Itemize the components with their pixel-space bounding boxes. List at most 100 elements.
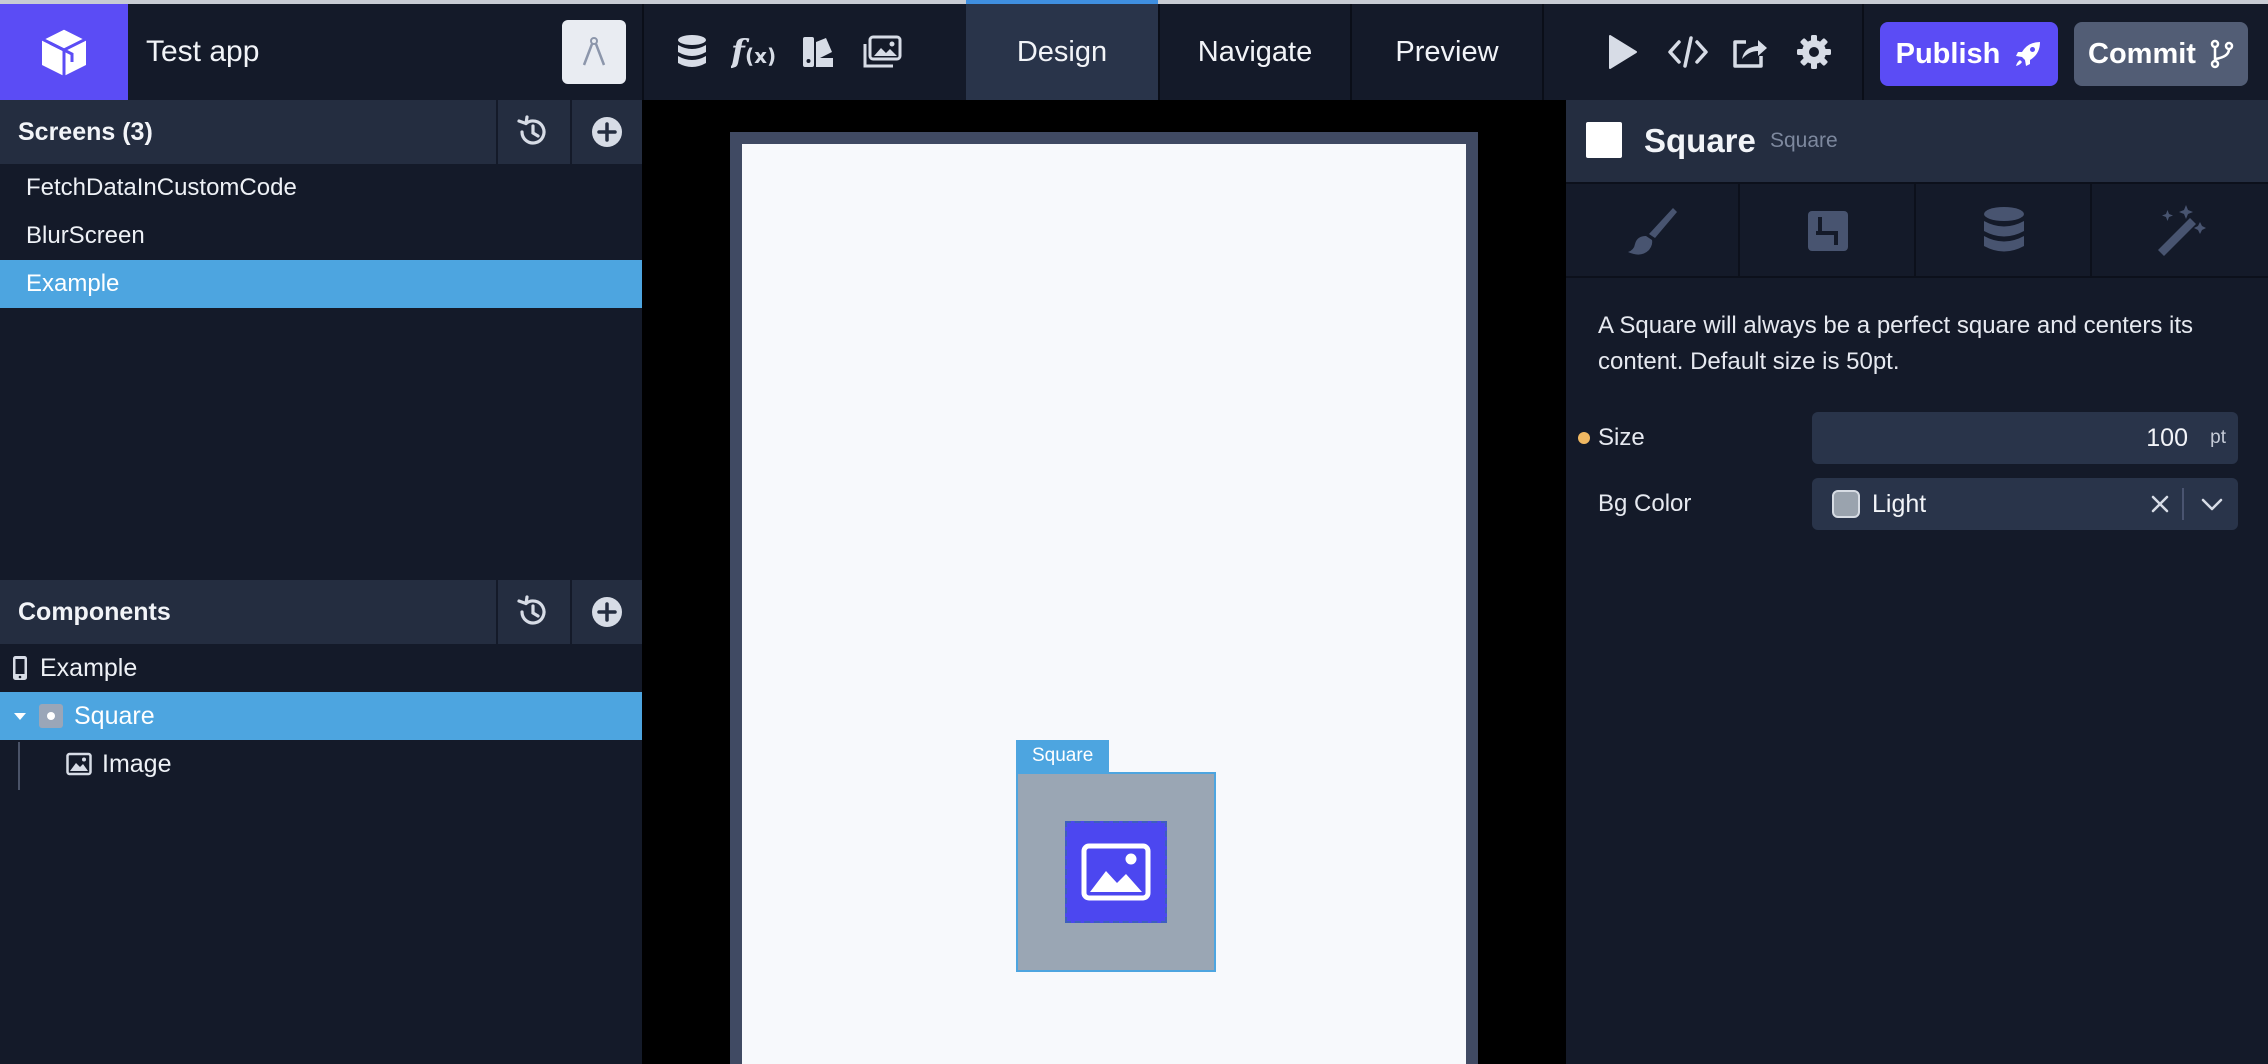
size-unit: pt bbox=[2210, 427, 2226, 448]
brush-icon bbox=[1628, 208, 1677, 255]
size-value[interactable]: 100 bbox=[2146, 412, 2188, 464]
property-bg-color: Bg Color Light bbox=[1566, 478, 2268, 530]
history-icon bbox=[517, 595, 546, 625]
commit-label: Commit bbox=[2088, 37, 2196, 70]
user-profile-button[interactable] bbox=[562, 20, 626, 84]
settings-button[interactable] bbox=[1790, 28, 1838, 76]
device-frame: Square bbox=[730, 132, 1478, 1064]
square-component[interactable] bbox=[1016, 772, 1216, 972]
inspector-panel: Square Square A Square will always be a … bbox=[1566, 100, 2268, 1064]
svg-text:(x): (x) bbox=[745, 44, 776, 68]
components-header: Components bbox=[0, 580, 642, 644]
tab-divider bbox=[1542, 4, 1544, 100]
add-screen-button[interactable] bbox=[570, 100, 642, 164]
add-component-button[interactable] bbox=[570, 580, 642, 644]
size-label: Size bbox=[1598, 424, 1645, 451]
component-tree-item[interactable]: Example bbox=[0, 644, 642, 692]
inspector-subtitle: Square bbox=[1770, 129, 1838, 152]
media-icon bbox=[863, 35, 902, 68]
theme-button[interactable] bbox=[794, 28, 842, 76]
database-icon bbox=[678, 35, 706, 67]
tab-preview[interactable]: Preview bbox=[1352, 4, 1542, 100]
layout-icon bbox=[1808, 211, 1848, 251]
play-button[interactable] bbox=[1598, 28, 1646, 76]
components-title: Components bbox=[18, 598, 171, 626]
play-icon bbox=[1609, 35, 1637, 69]
app-logo[interactable] bbox=[0, 4, 128, 100]
inspector-title[interactable]: Square bbox=[1644, 100, 1756, 182]
screens-header: Screens (3) bbox=[0, 100, 642, 164]
history-icon bbox=[517, 115, 546, 145]
git-branch-icon bbox=[2210, 39, 2234, 69]
component-description: A Square will always be a perfect square… bbox=[1598, 312, 2193, 375]
publish-label: Publish bbox=[1895, 37, 2001, 70]
bg-color-label: Bg Color bbox=[1598, 490, 1692, 517]
publish-button[interactable]: Publish bbox=[1880, 22, 2058, 86]
screen-item[interactable]: BlurScreen bbox=[0, 212, 642, 260]
select-divider bbox=[2182, 488, 2184, 520]
gear-icon bbox=[1797, 35, 1831, 69]
media-button[interactable] bbox=[858, 28, 906, 76]
theme-icon bbox=[803, 37, 833, 67]
top-bar: Test app f (x) Design Navigate Preview P… bbox=[0, 0, 2268, 100]
modified-indicator bbox=[1578, 432, 1590, 444]
screens-history-button[interactable] bbox=[496, 100, 568, 164]
toolbar-divider bbox=[642, 4, 644, 100]
cube-logo-icon bbox=[38, 26, 90, 76]
commit-button[interactable]: Commit bbox=[2074, 22, 2248, 86]
code-button[interactable] bbox=[1664, 28, 1712, 76]
image-icon bbox=[66, 752, 92, 776]
function-icon: f (x) bbox=[731, 32, 776, 70]
component-swatch bbox=[1586, 122, 1622, 158]
square-component-icon bbox=[39, 704, 63, 728]
tab-style[interactable] bbox=[1566, 184, 1740, 278]
property-size: Size 100 pt bbox=[1566, 412, 2268, 464]
share-button[interactable] bbox=[1726, 28, 1774, 76]
component-tree-item-selected[interactable]: Square bbox=[0, 692, 642, 740]
color-swatch bbox=[1832, 490, 1860, 518]
component-label: Image bbox=[102, 749, 172, 778]
functions-button[interactable]: f (x) bbox=[730, 28, 778, 76]
database-icon bbox=[1984, 207, 2024, 252]
app-title[interactable]: Test app bbox=[146, 4, 259, 100]
inspector-tabs bbox=[1566, 182, 2268, 278]
database-button[interactable] bbox=[668, 28, 716, 76]
design-canvas[interactable]: Square bbox=[642, 100, 1566, 1064]
screens-title: Screens (3) bbox=[18, 118, 153, 146]
component-label: Square bbox=[74, 701, 155, 730]
bg-color-value: Light bbox=[1872, 490, 1927, 518]
image-placeholder[interactable] bbox=[1065, 821, 1167, 923]
tab-navigate-label: Navigate bbox=[1197, 35, 1313, 68]
tab-data[interactable] bbox=[1918, 184, 2092, 278]
screen-item-selected[interactable]: Example bbox=[0, 260, 642, 308]
inspector-header: Square Square bbox=[1566, 100, 2268, 182]
plus-circle-icon bbox=[592, 597, 622, 627]
compass-icon bbox=[582, 37, 606, 66]
close-icon[interactable] bbox=[2148, 492, 2172, 516]
caret-down-icon[interactable] bbox=[12, 708, 28, 724]
phone-icon bbox=[13, 656, 27, 680]
left-panel: Screens (3) FetchDataInCustomCode BlurSc… bbox=[0, 100, 642, 1064]
toolbar-divider bbox=[1862, 4, 1864, 100]
rocket-icon bbox=[2016, 42, 2041, 66]
image-icon bbox=[1081, 843, 1151, 901]
screen-item[interactable]: FetchDataInCustomCode bbox=[0, 164, 642, 212]
code-icon bbox=[1668, 36, 1708, 68]
components-history-button[interactable] bbox=[496, 580, 568, 644]
component-label: Example bbox=[40, 653, 138, 682]
bg-color-select[interactable]: Light bbox=[1812, 478, 2238, 530]
component-tree-item[interactable]: Image bbox=[0, 740, 642, 788]
size-input[interactable]: 100 pt bbox=[1812, 412, 2238, 464]
share-icon bbox=[1733, 40, 1767, 68]
tab-navigate[interactable]: Navigate bbox=[1160, 4, 1350, 100]
chevron-down-icon[interactable] bbox=[2200, 492, 2224, 516]
tab-preview-label: Preview bbox=[1395, 35, 1499, 68]
tab-design[interactable]: Design bbox=[966, 0, 1158, 100]
plus-circle-icon bbox=[592, 117, 622, 147]
magic-wand-icon bbox=[2158, 205, 2206, 256]
tab-design-label: Design bbox=[1016, 35, 1108, 68]
tab-effects[interactable] bbox=[2094, 184, 2268, 278]
tab-layout[interactable] bbox=[1742, 184, 1916, 278]
selection-label: Square bbox=[1016, 740, 1110, 772]
device-screen[interactable]: Square bbox=[742, 144, 1466, 1064]
